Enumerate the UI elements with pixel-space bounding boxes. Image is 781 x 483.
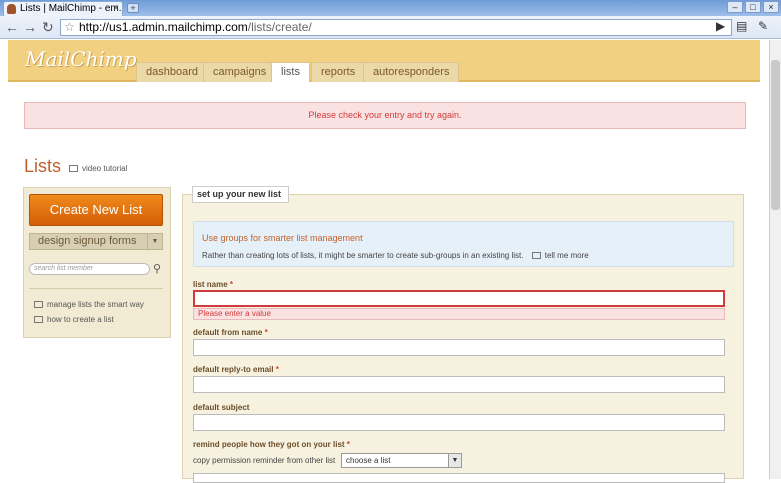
video-tutorial-link[interactable]: video tutorial bbox=[69, 164, 127, 173]
sidebar-link-create-list[interactable]: how to create a list bbox=[34, 315, 114, 324]
nav-tab-dashboard[interactable]: dashboard bbox=[136, 62, 208, 82]
required-marker: * bbox=[275, 365, 279, 374]
remind-label-text: remind people how they got on your list bbox=[193, 440, 345, 449]
chevron-down-icon[interactable]: ▼ bbox=[147, 234, 162, 249]
browser-tab-bar: Lists | MailChimp - em... × + – □ × bbox=[0, 0, 781, 16]
close-tab-icon[interactable]: × bbox=[113, 2, 119, 15]
address-bar[interactable]: ☆ http://us1.admin.mailchimp.com/lists/c… bbox=[60, 19, 732, 36]
chevron-down-icon[interactable]: ▼ bbox=[448, 454, 461, 467]
monitor-icon bbox=[69, 165, 78, 172]
tell-me-more-label: tell me more bbox=[544, 251, 589, 260]
reload-icon[interactable]: ↻ bbox=[42, 19, 54, 35]
tab-title: Lists | MailChimp - em... bbox=[20, 3, 123, 14]
form-legend: set up your new list bbox=[192, 186, 289, 203]
forward-arrow-icon[interactable]: → bbox=[23, 19, 37, 35]
url-path: /lists/create/ bbox=[247, 20, 312, 34]
close-window-icon[interactable]: × bbox=[763, 1, 779, 13]
from-name-label: default from name * bbox=[193, 328, 268, 337]
minimize-icon[interactable]: – bbox=[727, 1, 743, 13]
create-new-list-button[interactable]: Create New List bbox=[29, 194, 163, 226]
app-header: MailChimp dashboard campaigns lists repo… bbox=[8, 40, 760, 82]
info-text: Rather than creating lots of lists, it m… bbox=[202, 251, 589, 260]
reply-to-label: default reply-to email * bbox=[193, 365, 279, 374]
list-name-input[interactable] bbox=[193, 290, 725, 307]
required-marker: * bbox=[229, 280, 234, 289]
from-name-label-text: default from name bbox=[193, 328, 263, 337]
url-host: http://us1.admin.mailchimp.com bbox=[79, 20, 248, 34]
copy-reminder-label: copy permission reminder from other list bbox=[193, 456, 336, 465]
wrench-icon[interactable]: ✎ bbox=[758, 19, 768, 33]
mailchimp-favicon-icon bbox=[7, 4, 16, 14]
vertical-scrollbar[interactable] bbox=[769, 40, 781, 479]
design-signup-forms-button[interactable]: design signup forms ▼ bbox=[29, 233, 163, 250]
nav-tab-campaigns[interactable]: campaigns bbox=[203, 62, 277, 82]
copy-reminder-select[interactable]: choose a list ▼ bbox=[341, 453, 462, 468]
monitor-icon bbox=[34, 301, 43, 308]
scrollbar-thumb[interactable] bbox=[771, 60, 780, 210]
copy-select-value: choose a list bbox=[346, 456, 391, 465]
nav-tab-autoresponders[interactable]: autoresponders bbox=[363, 62, 460, 82]
info-text-body: Rather than creating lots of lists, it m… bbox=[202, 251, 524, 260]
list-name-label: list name * bbox=[193, 280, 233, 289]
required-marker: * bbox=[264, 328, 268, 337]
monitor-icon bbox=[531, 252, 541, 259]
page-title: Lists bbox=[24, 156, 62, 176]
sidebar: Create New List design signup forms ▼ se… bbox=[23, 187, 171, 338]
required-marker: * bbox=[346, 440, 350, 449]
sidebar-divider bbox=[29, 288, 163, 289]
sidebar-link-label: manage lists the smart way bbox=[47, 300, 144, 309]
new-tab-button[interactable]: + bbox=[127, 3, 139, 13]
nav-tab-lists[interactable]: lists bbox=[271, 62, 310, 82]
subject-input[interactable] bbox=[193, 414, 725, 431]
search-list-member-input[interactable]: search list member bbox=[29, 263, 150, 275]
permission-reminder-textarea[interactable] bbox=[193, 473, 725, 483]
from-name-input[interactable] bbox=[193, 339, 725, 356]
browser-tab[interactable]: Lists | MailChimp - em... × bbox=[3, 1, 123, 16]
page-menu-icon[interactable]: ▤ bbox=[736, 19, 747, 33]
window-controls: – □ × bbox=[727, 1, 779, 13]
error-alert: Please check your entry and try again. bbox=[24, 102, 746, 129]
video-tutorial-label: video tutorial bbox=[82, 164, 128, 173]
mailchimp-logo[interactable]: MailChimp bbox=[25, 47, 137, 71]
monitor-icon bbox=[34, 316, 43, 323]
back-arrow-icon[interactable]: ← bbox=[5, 19, 19, 35]
nav-tab-reports[interactable]: reports bbox=[311, 62, 366, 82]
sidebar-link-manage-lists[interactable]: manage lists the smart way bbox=[34, 300, 144, 309]
reply-to-label-text: default reply-to email bbox=[193, 365, 274, 374]
remind-label: remind people how they got on your list … bbox=[193, 440, 350, 449]
subject-label: default subject bbox=[193, 403, 250, 412]
list-name-label-text: list name bbox=[193, 280, 228, 289]
browser-toolbar: ← → ↻ ☆ http://us1.admin.mailchimp.com/l… bbox=[0, 16, 781, 39]
tell-me-more-link[interactable]: tell me more bbox=[531, 251, 589, 260]
list-name-error: Please enter a value bbox=[193, 308, 725, 320]
go-arrow-icon[interactable]: ▶ bbox=[716, 19, 725, 33]
maximize-icon[interactable]: □ bbox=[745, 1, 761, 13]
bookmark-star-icon[interactable]: ☆ bbox=[64, 20, 75, 35]
sidebar-link-label: how to create a list bbox=[47, 315, 114, 324]
design-signup-forms-label: design signup forms bbox=[38, 235, 137, 247]
reply-to-email-input[interactable] bbox=[193, 376, 725, 393]
search-icon[interactable]: ⚲ bbox=[153, 262, 161, 275]
groups-info-box: Use groups for smarter list management R… bbox=[193, 221, 734, 267]
info-title: Use groups for smarter list management bbox=[202, 233, 363, 243]
